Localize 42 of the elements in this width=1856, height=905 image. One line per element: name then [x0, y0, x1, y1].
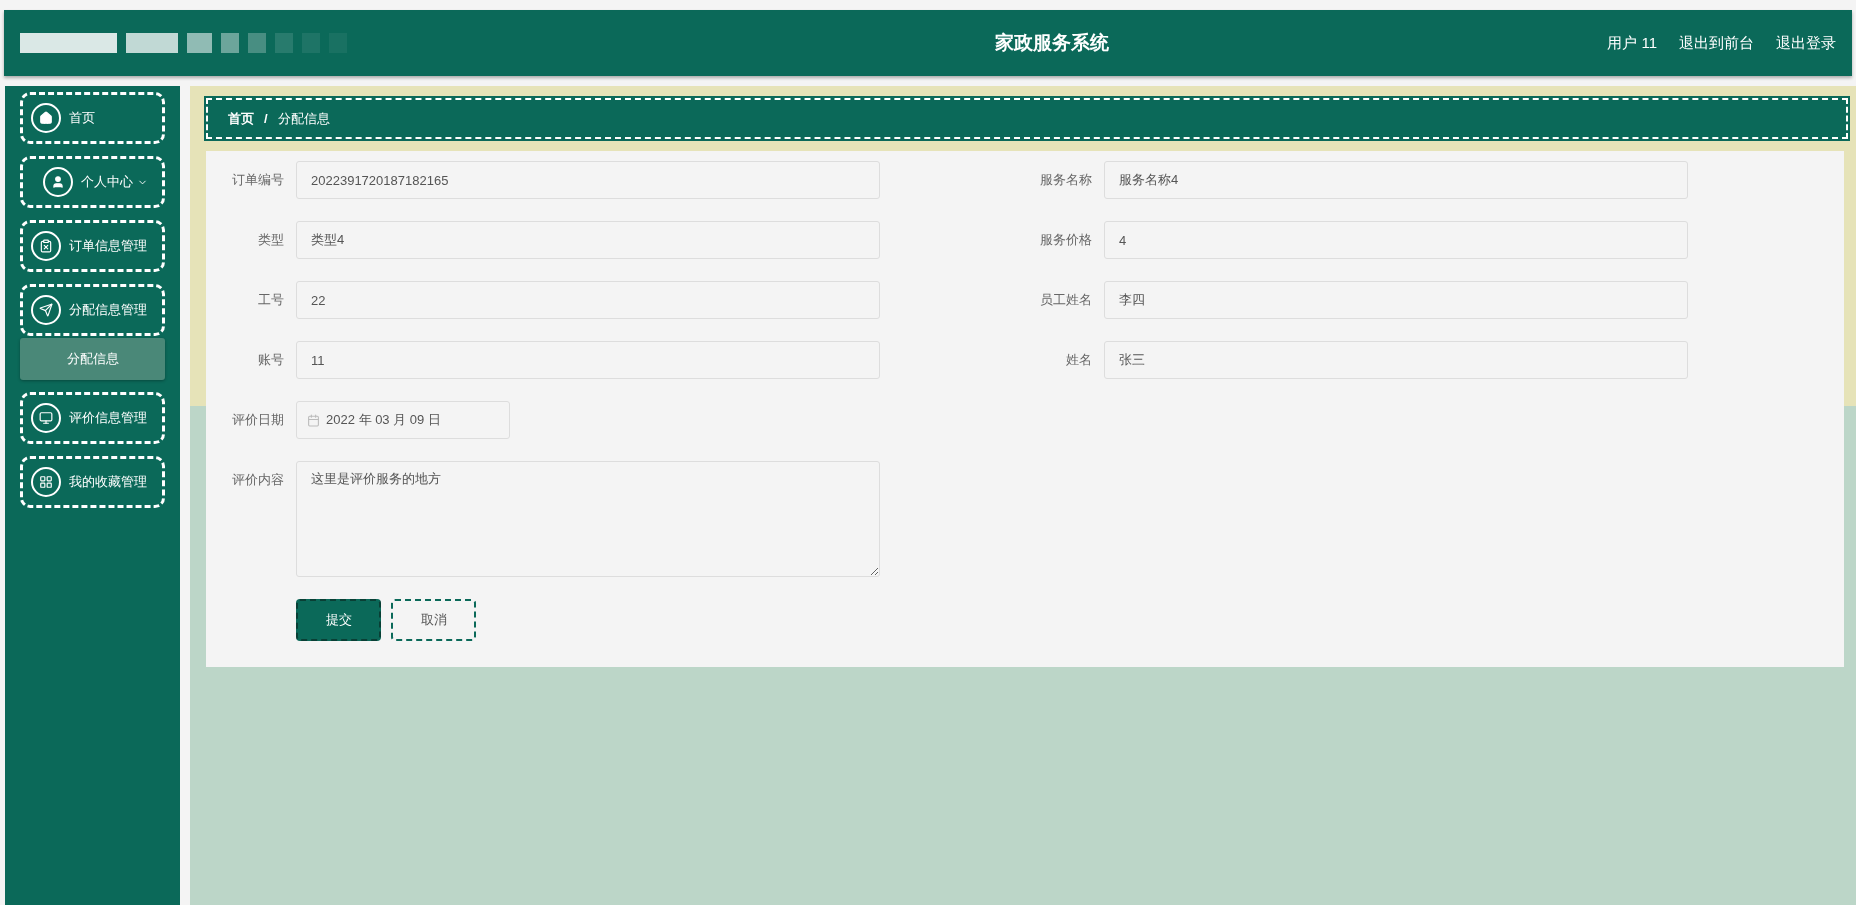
breadcrumb-link[interactable]: 首页: [228, 109, 254, 128]
home-icon: [31, 103, 61, 133]
text-field[interactable]: 2022391720187182165: [296, 161, 880, 199]
text-field[interactable]: 11: [296, 341, 880, 379]
date-field[interactable]: 2022 年 03 月 09 日: [296, 401, 510, 439]
textarea-field[interactable]: 这里是评价服务的地方: [296, 461, 880, 577]
app-title: 家政服务系统: [994, 31, 1111, 55]
field-label: 员工姓名: [1039, 291, 1093, 309]
text-field[interactable]: 李四: [1104, 281, 1688, 319]
menu-item[interactable]: 个人中心: [20, 156, 165, 208]
clipboard-icon: [31, 231, 61, 261]
breadcrumb-link[interactable]: 分配信息: [277, 109, 330, 128]
field-label: 订单编号: [231, 171, 285, 189]
paper-plane-icon: [31, 295, 61, 325]
user-name: 用户 11: [1607, 33, 1657, 53]
field-label: 评价日期: [231, 411, 285, 429]
user-icon: [43, 167, 73, 197]
field-label: 服务价格: [1039, 231, 1093, 249]
cancel-button[interactable]: 取消: [391, 599, 476, 641]
field-label: 类型: [257, 231, 285, 249]
text-field[interactable]: 22: [296, 281, 880, 319]
text-field[interactable]: 类型4: [296, 221, 880, 259]
submit-button[interactable]: 提交: [296, 599, 381, 641]
text-field[interactable]: 张三: [1104, 341, 1688, 379]
menu-item[interactable]: 评价信息管理: [20, 392, 165, 444]
menu-item[interactable]: 订单信息管理: [20, 220, 165, 272]
field-label: 账号: [257, 351, 285, 369]
text-field[interactable]: 4: [1104, 221, 1688, 259]
menu-item[interactable]: 首页: [20, 92, 165, 144]
header-link[interactable]: 退出登录: [1776, 33, 1836, 53]
grid-icon: [31, 467, 61, 497]
header-link[interactable]: 退出到前台: [1679, 33, 1754, 53]
field-label: 评价内容: [231, 471, 285, 489]
calendar-icon: [307, 413, 320, 427]
field-label: 服务名称: [1039, 171, 1093, 189]
menu-item[interactable]: 我的收藏管理: [20, 456, 165, 508]
text-field[interactable]: 服务名称4: [1104, 161, 1688, 199]
breadcrumb-separator: /: [264, 111, 268, 126]
monitor-icon: [31, 403, 61, 433]
submenu-item[interactable]: 分配信息: [20, 338, 165, 380]
field-label: 姓名: [1065, 351, 1093, 369]
field-label: 工号: [257, 291, 285, 309]
